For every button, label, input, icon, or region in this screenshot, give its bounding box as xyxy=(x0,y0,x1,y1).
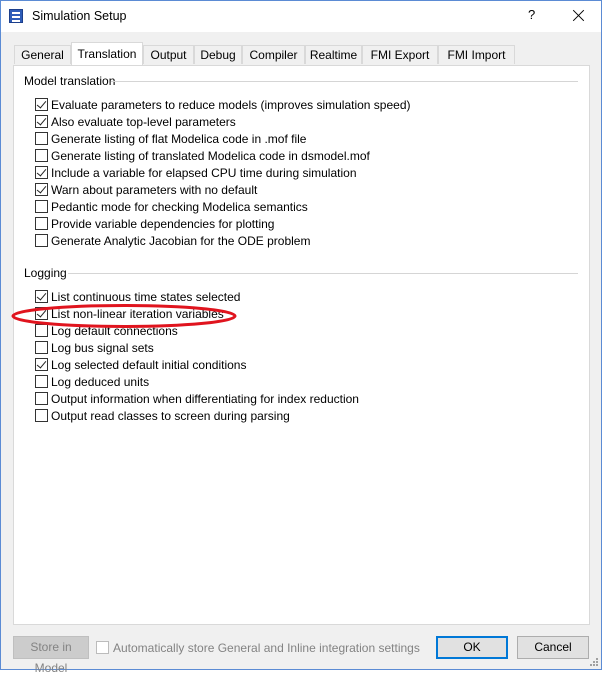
unchecked-checkbox[interactable] xyxy=(35,341,48,354)
unchecked-checkbox[interactable] xyxy=(35,392,48,405)
option-label: Output read classes to screen during par… xyxy=(51,409,290,423)
option-label: Include a variable for elapsed CPU time … xyxy=(51,166,357,180)
checked-checkbox[interactable] xyxy=(35,166,48,179)
option-label: List non-linear iteration variables xyxy=(51,307,224,321)
logging-group-title: Logging xyxy=(24,266,67,280)
help-button[interactable]: ? xyxy=(528,7,535,22)
cancel-button[interactable]: Cancel xyxy=(517,636,589,659)
unchecked-checkbox[interactable] xyxy=(35,149,48,162)
checked-checkbox[interactable] xyxy=(35,290,48,303)
auto-store-checkbox[interactable] xyxy=(96,641,109,654)
option-label: Also evaluate top-level parameters xyxy=(51,115,236,129)
group-separator xyxy=(68,273,578,274)
option-label: Pedantic mode for checking Modelica sema… xyxy=(51,200,308,214)
option-label: Log bus signal sets xyxy=(51,341,154,355)
tab-fmi-export[interactable]: FMI Export xyxy=(362,45,438,64)
unchecked-checkbox[interactable] xyxy=(35,409,48,422)
model-translation-group-title: Model translation xyxy=(24,74,116,88)
tab-output[interactable]: Output xyxy=(143,45,194,64)
option-label: Output information when differentiating … xyxy=(51,392,359,406)
unchecked-checkbox[interactable] xyxy=(35,375,48,388)
tab-translation[interactable]: Translation xyxy=(71,42,143,65)
option-label: Warn about parameters with no default xyxy=(51,183,258,197)
option-label: Log selected default initial conditions xyxy=(51,358,247,372)
tab-compiler[interactable]: Compiler xyxy=(242,45,305,64)
option-label: Log deduced units xyxy=(51,375,150,389)
option-label: Generate listing of translated Modelica … xyxy=(51,149,370,163)
checked-checkbox[interactable] xyxy=(35,358,48,371)
resize-grip-icon[interactable] xyxy=(588,656,598,666)
tab-realtime[interactable]: Realtime xyxy=(305,45,362,64)
window-title: Simulation Setup xyxy=(32,9,127,23)
unchecked-checkbox[interactable] xyxy=(35,324,48,337)
unchecked-checkbox[interactable] xyxy=(35,234,48,247)
unchecked-checkbox[interactable] xyxy=(35,217,48,230)
ok-button[interactable]: OK xyxy=(436,636,508,659)
checked-checkbox[interactable] xyxy=(35,307,48,320)
option-label: Evaluate parameters to reduce models (im… xyxy=(51,98,411,112)
store-in-model-button[interactable]: Store in Model xyxy=(13,636,89,675)
unchecked-checkbox[interactable] xyxy=(35,200,48,213)
option-label: List continuous time states selected xyxy=(51,290,241,304)
option-label: Provide variable dependencies for plotti… xyxy=(51,217,275,231)
tab-fmi-import[interactable]: FMI Import xyxy=(438,45,515,64)
auto-store-label: Automatically store General and Inline i… xyxy=(113,641,420,655)
unchecked-checkbox[interactable] xyxy=(35,132,48,145)
group-separator xyxy=(111,81,578,82)
checked-checkbox[interactable] xyxy=(35,98,48,111)
close-icon[interactable] xyxy=(567,4,591,28)
option-label: Generate listing of flat Modelica code i… xyxy=(51,132,307,146)
option-label: Generate Analytic Jacobian for the ODE p… xyxy=(51,234,311,248)
option-label: Log default connections xyxy=(51,324,178,338)
tab-general[interactable]: General xyxy=(14,45,71,64)
title-bar[interactable]: Simulation Setup ? xyxy=(1,1,601,32)
simulation-setup-icon xyxy=(9,9,23,23)
simulation-setup-dialog: Simulation Setup ? General Translation Out… xyxy=(0,0,602,675)
checked-checkbox[interactable] xyxy=(35,183,48,196)
checked-checkbox[interactable] xyxy=(35,115,48,128)
tab-debug[interactable]: Debug xyxy=(194,45,242,64)
